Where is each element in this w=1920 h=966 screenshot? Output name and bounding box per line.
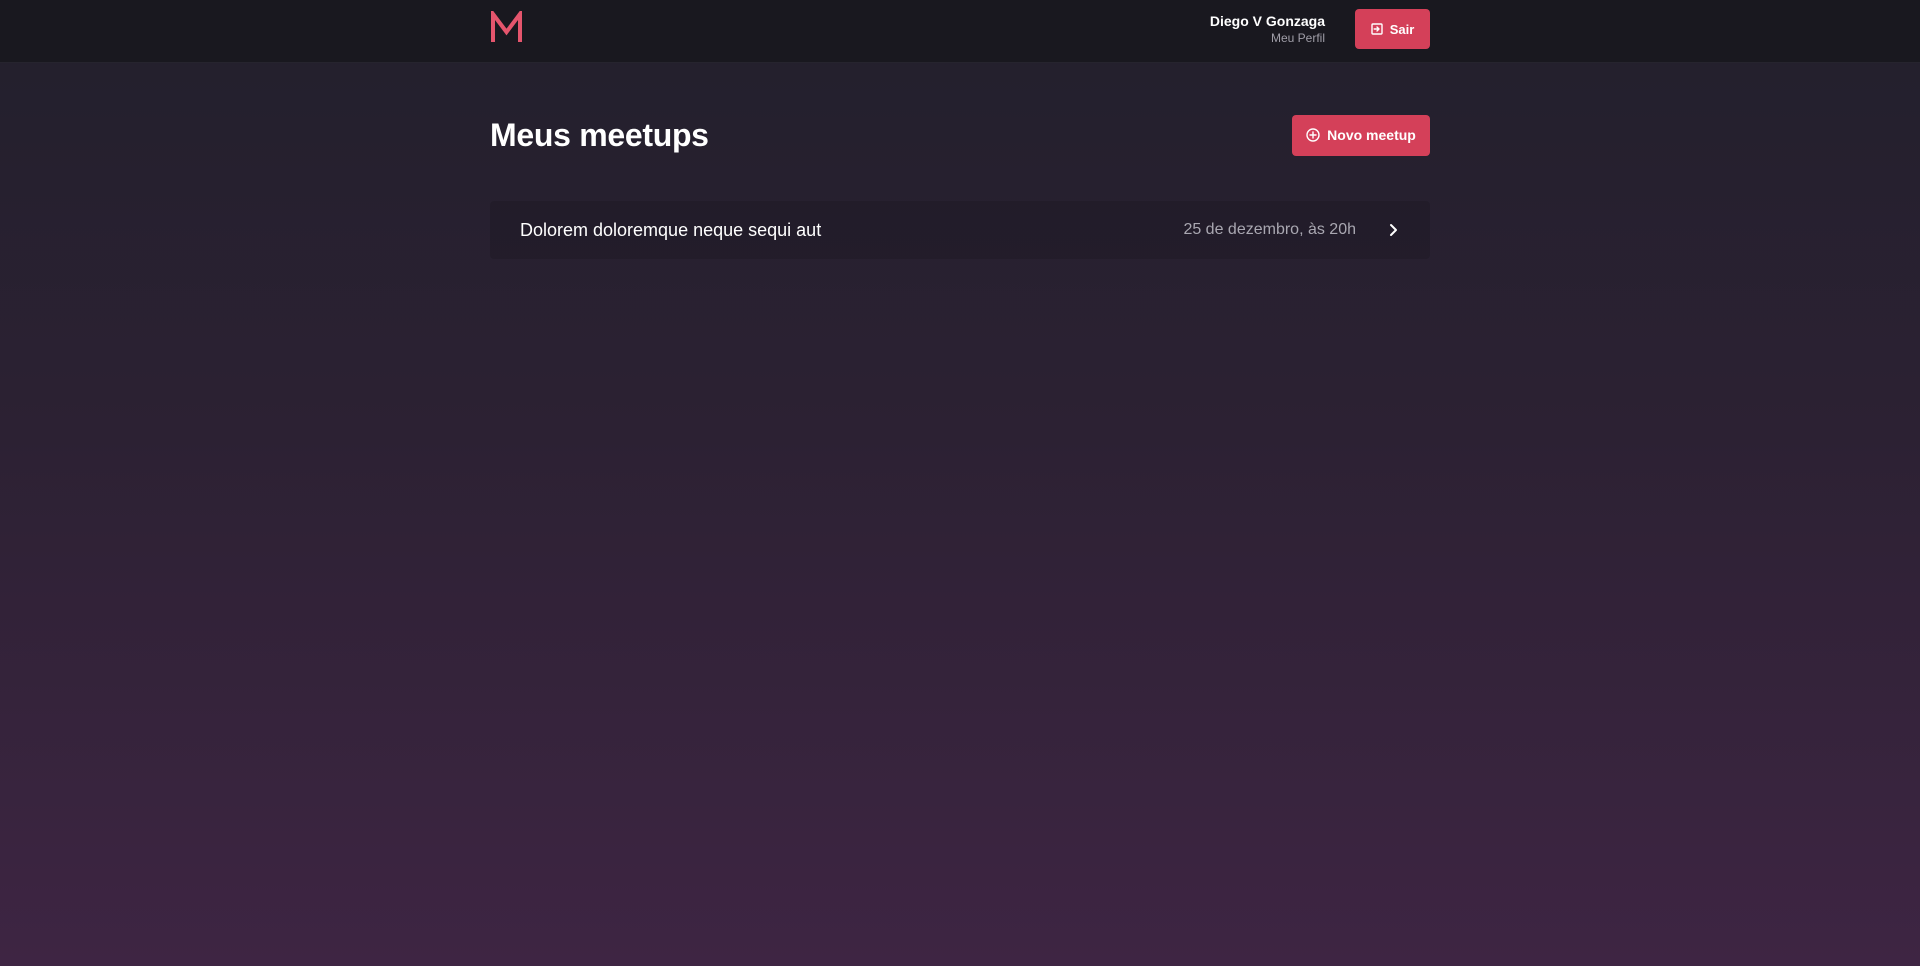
meetapp-logo-icon[interactable] [490,10,523,44]
chevron-right-icon[interactable] [1386,223,1400,237]
my-profile-link[interactable]: Meu Perfil [1210,30,1325,47]
logout-button[interactable]: Sair [1355,9,1430,49]
header-user-area: Diego V Gonzaga Meu Perfil Sair [1210,9,1430,49]
app-header: Diego V Gonzaga Meu Perfil Sair [0,0,1920,63]
user-name: Diego V Gonzaga [1209,12,1325,29]
title-row: Meus meetups Novo meetup [490,114,1430,156]
meetup-item[interactable]: Dolorem doloremque neque sequi aut 25 de… [490,201,1430,259]
new-meetup-label: Novo meetup [1327,127,1416,143]
main-content: Meus meetups Novo meetup Dolorem dolorem… [490,63,1430,259]
page-title: Meus meetups [490,116,709,153]
logout-label: Sair [1389,21,1415,37]
meetup-title: Dolorem doloremque neque sequi aut [520,219,822,240]
header-container: Diego V Gonzaga Meu Perfil Sair [490,0,1430,62]
new-meetup-button[interactable]: Novo meetup [1292,114,1430,156]
meetup-date: 25 de dezembro, às 20h [1183,221,1356,238]
meetup-meta: 25 de dezembro, às 20h [1183,221,1400,239]
meetup-list: Dolorem doloremque neque sequi aut 25 de… [490,201,1430,259]
logout-icon [1371,23,1383,35]
profile-block: Diego V Gonzaga Meu Perfil [1210,13,1325,47]
plus-circle-icon [1306,128,1320,142]
